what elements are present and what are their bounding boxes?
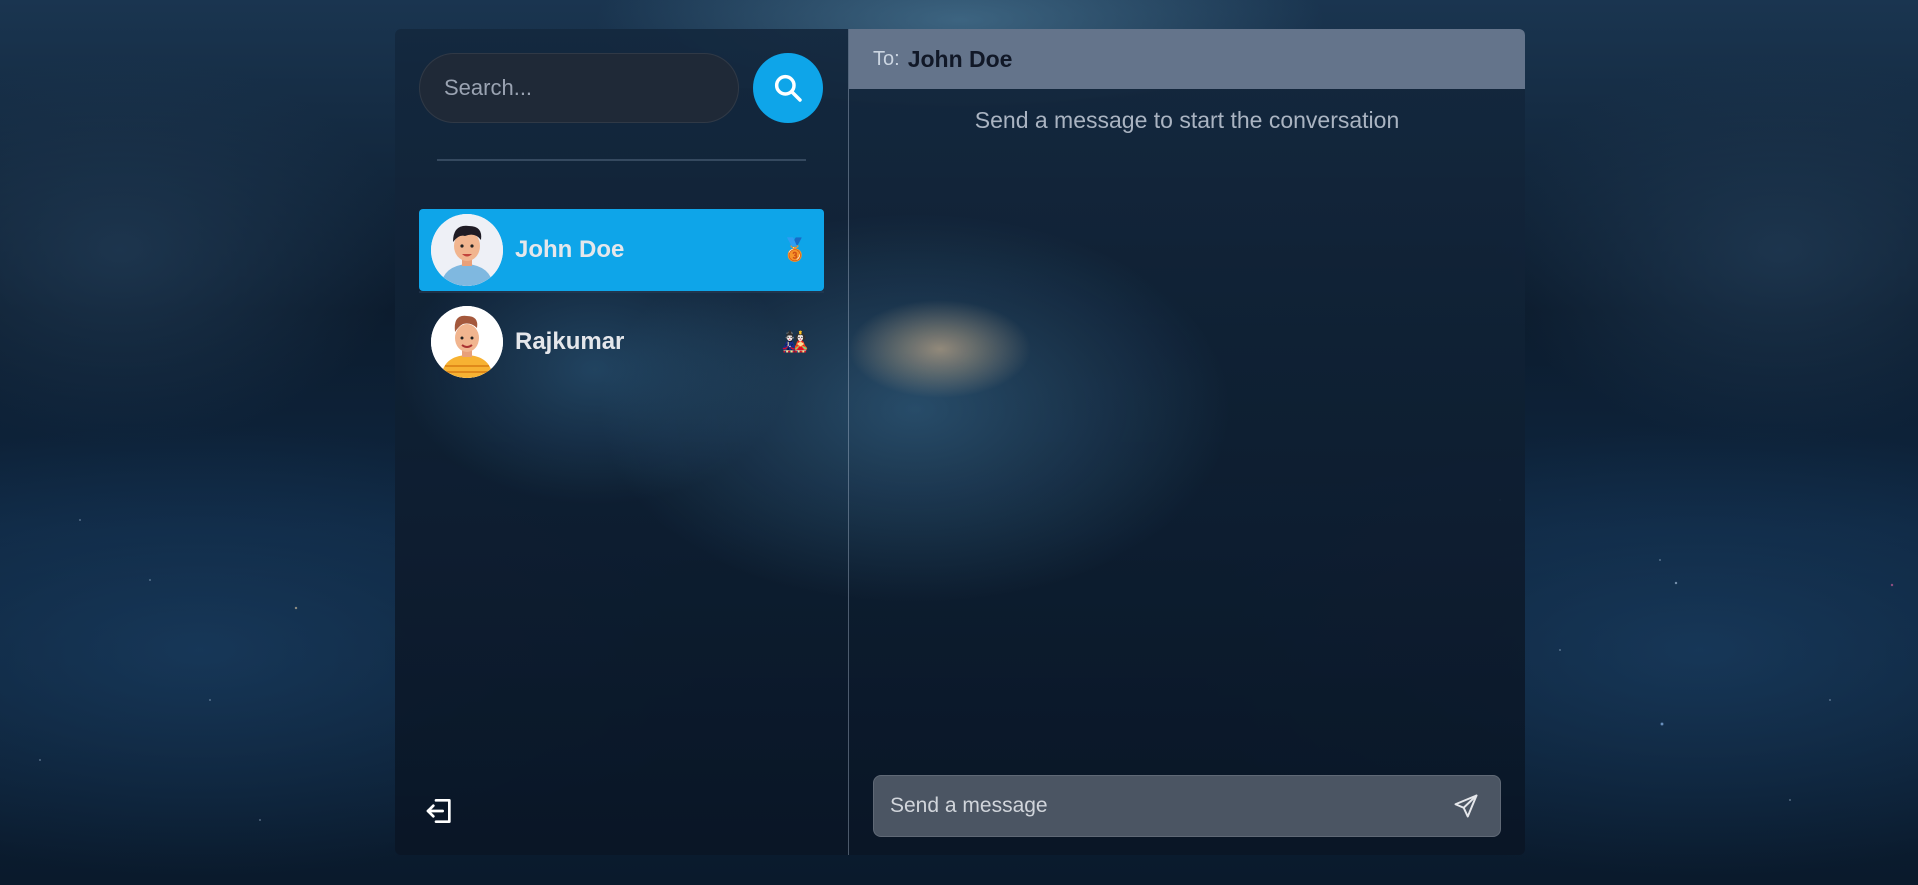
avatar — [431, 214, 503, 286]
empty-conversation-text: Send a message to start the conversation — [974, 107, 1400, 133]
logout-button[interactable] — [422, 793, 458, 829]
conversation-emoji: 🥉 — [781, 237, 809, 262]
avatar — [431, 306, 503, 378]
conversation-item-rajkumar[interactable]: Rajkumar 🎎 — [419, 301, 824, 383]
conversation-emoji: 🎎 — [781, 329, 809, 354]
send-button[interactable] — [1448, 788, 1484, 824]
chat-panel: To: John Doe Send a message to start the… — [849, 29, 1525, 855]
search-row — [419, 53, 824, 123]
sidebar-divider — [437, 159, 806, 161]
conversation-name: John Doe — [515, 236, 625, 263]
message-input[interactable] — [890, 794, 1448, 818]
send-icon — [1454, 794, 1478, 818]
conversation-item-john-doe[interactable]: John Doe 🥉 — [419, 209, 824, 291]
search-icon — [774, 74, 802, 102]
sidebar: John Doe 🥉 Rajkumar 🎎 — [395, 29, 849, 855]
search-button[interactable] — [753, 53, 823, 123]
search-input[interactable] — [419, 53, 739, 123]
message-composer — [873, 775, 1501, 837]
conversation-separator — [419, 291, 824, 293]
chat-header: To: John Doe — [849, 29, 1525, 89]
logout-icon — [426, 799, 451, 823]
to-label: To: — [873, 47, 900, 70]
chat-app: John Doe 🥉 Rajkumar 🎎 — [395, 29, 1525, 855]
recipient-name: John Doe — [907, 45, 1013, 72]
conversation-name: Rajkumar — [515, 328, 625, 355]
